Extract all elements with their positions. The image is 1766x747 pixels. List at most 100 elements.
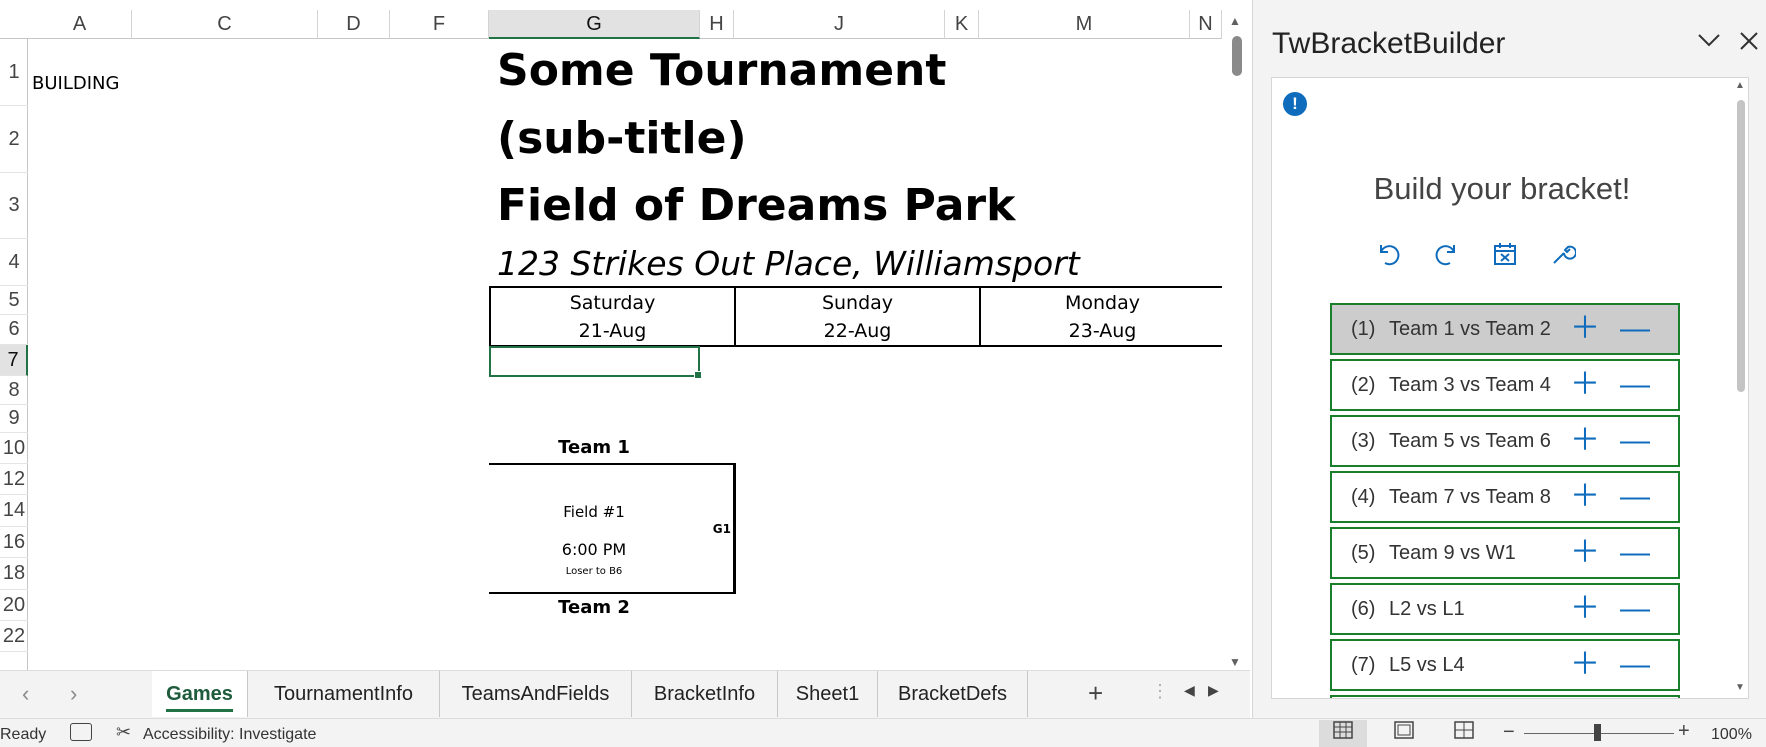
column-header-n[interactable]: N (1190, 10, 1222, 39)
game-item-5[interactable]: (5) Team 9 vs W1 ＋ — (1330, 527, 1680, 579)
tab-games[interactable]: Games (152, 671, 248, 717)
minus-icon[interactable]: — (1620, 425, 1650, 457)
game-item-partial[interactable] (1330, 695, 1680, 698)
row-header[interactable]: 20 (0, 590, 28, 621)
game-box-g1[interactable]: Field #1 6:00 PM Loser to B6 G1 (489, 463, 736, 594)
row-header[interactable]: 1 (0, 39, 28, 106)
clear-calendar-icon[interactable] (1490, 241, 1520, 271)
pane-vertical-scrollbar[interactable]: ▲ ▼ (1732, 78, 1748, 698)
column-header-a[interactable]: A (28, 10, 132, 39)
row-header[interactable]: 3 (0, 173, 28, 239)
sheet-vertical-scrollbar[interactable]: ▲ ▼ (1222, 10, 1250, 670)
zoom-in-icon[interactable]: + (1678, 720, 1690, 743)
plus-icon[interactable]: ＋ (1570, 313, 1600, 345)
day-header-monday[interactable]: Monday 23-Aug (979, 288, 1222, 345)
column-header-m[interactable]: M (979, 10, 1190, 39)
plus-icon[interactable]: ＋ (1570, 593, 1600, 625)
tab-bracketinfo[interactable]: BracketInfo (632, 671, 778, 717)
game-item-7[interactable]: (7) L5 vs L4 ＋ — (1330, 639, 1680, 691)
row-header[interactable]: 10 (0, 433, 28, 464)
zoom-slider-thumb[interactable] (1594, 724, 1601, 741)
undo-icon[interactable] (1373, 241, 1403, 271)
tab-scroll-right-icon[interactable]: › (70, 681, 77, 707)
redo-icon[interactable] (1432, 241, 1462, 271)
team-top-label[interactable]: Team 1 (489, 437, 699, 458)
pane-heading: Build your bracket! (1373, 171, 1631, 206)
tournament-subtitle-cell[interactable]: (sub-title) (497, 113, 747, 164)
info-icon[interactable]: ! (1283, 92, 1307, 116)
accessibility-icon[interactable]: ✂ (116, 722, 131, 743)
game-item-4[interactable]: (4) Team 7 vs Team 8 ＋ — (1330, 471, 1680, 523)
tab-next-icon[interactable]: ▶ (1208, 682, 1219, 699)
close-icon[interactable] (1739, 26, 1759, 58)
scroll-down-icon[interactable]: ▼ (1735, 682, 1745, 693)
column-header-f[interactable]: F (390, 10, 489, 39)
row-header[interactable]: 18 (0, 558, 28, 590)
macro-recorder-icon[interactable] (70, 723, 92, 741)
row-header[interactable]: 4 (0, 239, 28, 286)
game-item-2[interactable]: (2) Team 3 vs Team 4 ＋ — (1330, 359, 1680, 411)
row-header[interactable]: 8 (0, 376, 28, 405)
building-cell[interactable]: BUILDING (32, 73, 119, 94)
active-cell-g7[interactable] (489, 346, 702, 379)
tab-bracketdefs[interactable]: BracketDefs (878, 671, 1028, 717)
column-header-k[interactable]: K (945, 10, 979, 39)
add-sheet-icon[interactable]: + (1088, 678, 1103, 709)
column-header-j[interactable]: J (734, 10, 945, 39)
venue-cell[interactable]: Field of Dreams Park (497, 180, 1015, 231)
page-layout-view-icon[interactable] (1380, 720, 1428, 747)
minus-icon[interactable]: — (1620, 369, 1650, 401)
game-item-3[interactable]: (3) Team 5 vs Team 6 ＋ — (1330, 415, 1680, 467)
scroll-up-icon[interactable]: ▲ (1229, 14, 1241, 28)
plus-icon[interactable]: ＋ (1570, 649, 1600, 681)
normal-view-icon[interactable] (1319, 720, 1367, 747)
row-header[interactable]: 5 (0, 286, 28, 315)
scroll-up-icon[interactable]: ▲ (1735, 80, 1745, 91)
row-header[interactable]: 9 (0, 405, 28, 433)
minus-icon[interactable]: — (1620, 649, 1650, 681)
accessibility-status[interactable]: Accessibility: Investigate (143, 726, 316, 744)
team-bottom-label[interactable]: Team 2 (489, 597, 699, 618)
row-header[interactable]: 22 (0, 621, 28, 652)
page-break-view-icon[interactable] (1440, 720, 1488, 747)
tab-scroll-left-icon[interactable]: ‹ (22, 681, 29, 707)
row-headers: 1 2 3 4 5 6 7 8 9 10 12 14 16 18 20 22 (0, 39, 28, 670)
row-header[interactable]: 14 (0, 495, 28, 527)
chevron-down-icon[interactable] (1697, 28, 1721, 54)
game-item-6[interactable]: (6) L2 vs L1 ＋ — (1330, 583, 1680, 635)
row-header[interactable]: 2 (0, 106, 28, 173)
column-header-h[interactable]: H (700, 10, 734, 39)
game-item-1[interactable]: (1) Team 1 vs Team 2 ＋ — (1330, 303, 1680, 355)
minus-icon[interactable]: — (1620, 313, 1650, 345)
row-header[interactable]: 12 (0, 464, 28, 495)
column-header-g[interactable]: G (489, 10, 700, 39)
row-header[interactable]: 6 (0, 315, 28, 345)
scroll-down-icon[interactable]: ▼ (1229, 655, 1241, 669)
scroll-thumb[interactable] (1232, 36, 1242, 76)
zoom-level[interactable]: 100% (1711, 726, 1752, 744)
plus-icon[interactable]: ＋ (1570, 369, 1600, 401)
scroll-thumb[interactable] (1737, 100, 1745, 392)
tournament-title-cell[interactable]: Some Tournament (497, 45, 946, 96)
plus-icon[interactable]: ＋ (1570, 425, 1600, 457)
column-header-d[interactable]: D (318, 10, 390, 39)
wrench-icon[interactable] (1548, 241, 1578, 271)
tab-tournamentinfo[interactable]: TournamentInfo (248, 671, 440, 717)
plus-icon[interactable]: ＋ (1570, 537, 1600, 569)
row-header-selected[interactable]: 7 (0, 345, 28, 376)
tab-teamsandfields[interactable]: TeamsAndFields (440, 671, 632, 717)
day-header-saturday[interactable]: Saturday 21-Aug (489, 288, 734, 345)
tab-sheet1[interactable]: Sheet1 (778, 671, 878, 717)
spreadsheet-grid[interactable]: A C D F G H J K M N 1 2 3 4 5 6 7 8 9 10… (0, 0, 1222, 670)
tab-prev-icon[interactable]: ◀ (1184, 682, 1195, 699)
plus-icon[interactable]: ＋ (1570, 481, 1600, 513)
day-header-sunday[interactable]: Sunday 22-Aug (734, 288, 979, 345)
row-header[interactable]: 16 (0, 527, 28, 558)
column-header-c[interactable]: C (132, 10, 318, 39)
minus-icon[interactable]: — (1620, 537, 1650, 569)
minus-icon[interactable]: — (1620, 481, 1650, 513)
more-tabs-icon[interactable]: ⋮ (1151, 681, 1169, 702)
zoom-out-icon[interactable]: − (1503, 721, 1515, 744)
address-cell[interactable]: 123 Strikes Out Place, Williamsport (497, 244, 1080, 283)
minus-icon[interactable]: — (1620, 593, 1650, 625)
